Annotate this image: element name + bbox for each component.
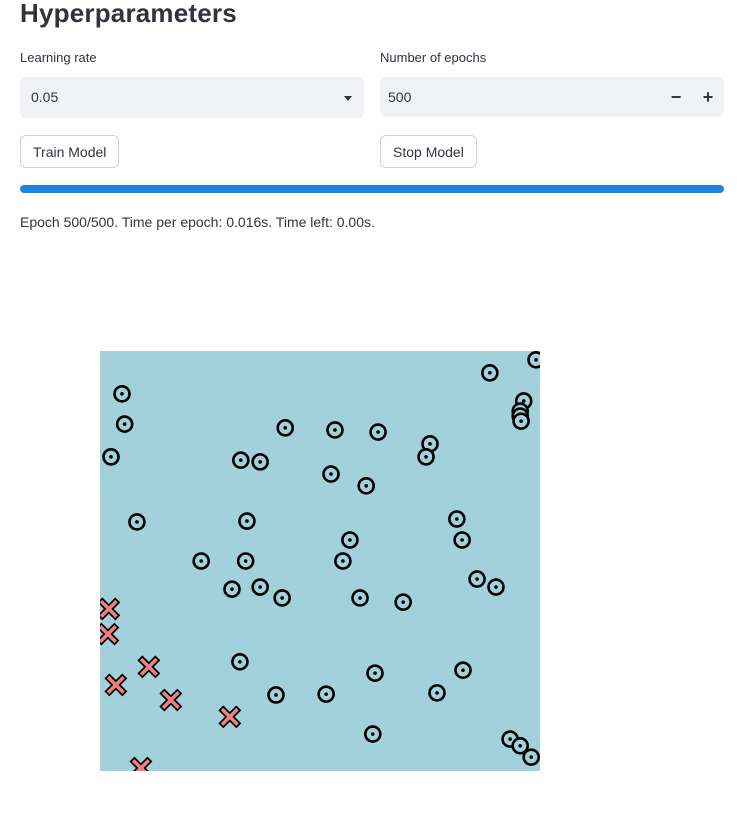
- page-title: Hyperparameters: [20, 0, 237, 28]
- scatter-point-circle: [428, 684, 446, 702]
- scatter-point-cross: [159, 688, 183, 712]
- scatter-point-circle: [231, 652, 249, 671]
- scatter-point-circle: [192, 552, 210, 570]
- epochs-label: Number of epochs: [380, 50, 487, 65]
- scatter-point-circle: [251, 453, 269, 471]
- chevron-down-icon[interactable]: [344, 96, 352, 101]
- scatter-point-circle: [522, 748, 540, 766]
- scatter-point-circle: [453, 531, 471, 549]
- scatter-point-circle: [468, 570, 486, 588]
- scatter-point-cross: [137, 655, 161, 679]
- scatter-point-circle: [454, 661, 472, 680]
- scatter-point-cross: [218, 705, 242, 729]
- scatter-point-circle: [251, 578, 269, 596]
- scatter-point-circle: [334, 552, 352, 570]
- scatter-point-circle: [322, 465, 340, 483]
- scatter-point-circle: [512, 412, 530, 430]
- scatter-point-circle: [394, 593, 412, 611]
- scatter-point-circle: [113, 385, 131, 403]
- scatter-point-circle: [326, 421, 344, 439]
- scatter-point-circle: [223, 580, 241, 598]
- scatter-point-circle: [276, 419, 295, 437]
- stop-model-button[interactable]: Stop Model: [380, 135, 477, 168]
- learning-rate-select[interactable]: 0.05: [20, 77, 364, 118]
- epochs-input[interactable]: [380, 77, 660, 117]
- scatter-point-circle: [128, 513, 146, 531]
- scatter-plot: [100, 351, 540, 771]
- learning-rate-label: Learning rate: [20, 50, 97, 65]
- scatter-point-circle: [481, 364, 499, 382]
- progress-bar-fill: [20, 185, 724, 193]
- scatter-point-circle: [115, 415, 134, 433]
- progress-bar: [20, 185, 724, 193]
- scatter-point-circle: [369, 423, 387, 441]
- scatter-point-circle: [363, 725, 382, 743]
- scatter-point-circle: [366, 664, 384, 682]
- scatter-point-circle: [487, 578, 505, 596]
- learning-rate-value: 0.05: [31, 89, 59, 105]
- scatter-point-cross: [100, 597, 121, 621]
- training-status: Epoch 500/500. Time per epoch: 0.016s. T…: [20, 214, 375, 230]
- scatter-point-circle: [232, 451, 250, 469]
- decrement-button[interactable]: −: [660, 77, 692, 117]
- scatter-point-circle: [236, 552, 255, 570]
- scatter-point-circle: [341, 531, 359, 549]
- scatter-point-cross: [104, 673, 128, 697]
- scatter-point-cross: [100, 622, 120, 646]
- scatter-point-circle: [267, 686, 285, 704]
- scatter-point-circle: [351, 589, 369, 607]
- scatter-point-circle: [238, 512, 256, 530]
- scatter-point-circle: [357, 477, 376, 495]
- scatter-point-circle: [417, 448, 435, 466]
- scatter-point-circle: [102, 448, 120, 466]
- scatter-point-circle: [527, 351, 540, 369]
- increment-button[interactable]: +: [692, 77, 724, 117]
- scatter-point-circle: [317, 685, 335, 703]
- scatter-point-circle: [273, 589, 291, 607]
- epochs-stepper: − +: [380, 77, 724, 117]
- scatter-point-circle: [448, 510, 466, 528]
- train-model-button[interactable]: Train Model: [20, 135, 120, 168]
